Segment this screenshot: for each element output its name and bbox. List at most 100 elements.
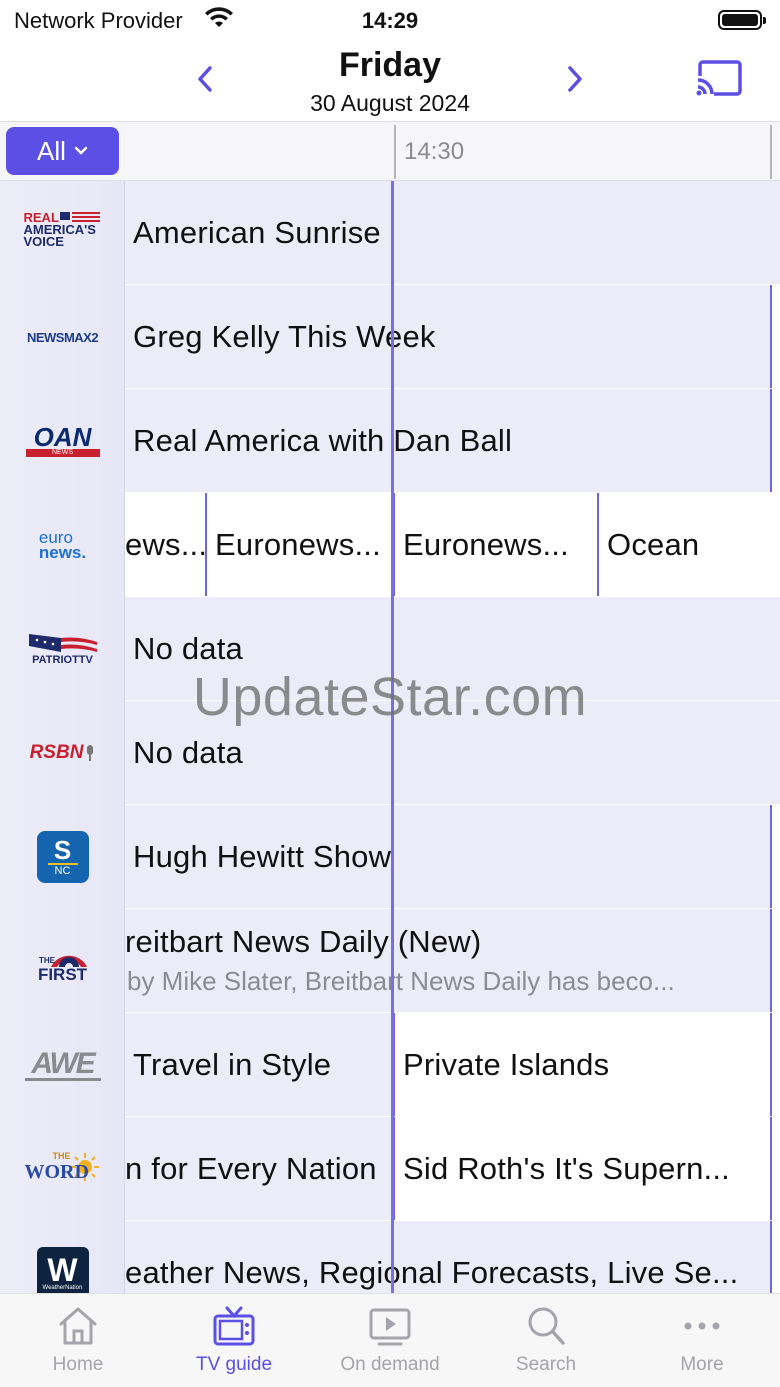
channel-column: REAL AMERICA'S VOICE NEWSMAX2 OAN NEWS e… [0, 181, 125, 1293]
program-title: Euronews... [215, 526, 381, 562]
first-arc-logo-icon: THE [39, 955, 87, 967]
logo-subtext: WeatherNation [42, 1284, 83, 1291]
logo-subtext: NEWS [25, 449, 100, 457]
table-row: n for Every Nation Sid Roth's It's Super… [125, 1117, 780, 1221]
flag-icon [28, 634, 97, 652]
program-cell[interactable]: Euronews... [395, 493, 597, 596]
program-description: by Mike Slater, Breitbart News Daily has… [127, 966, 675, 996]
tab-bar: Home TV guide On demand Search More [0, 1293, 780, 1387]
program-cell[interactable]: Real America with Dan Ball [125, 389, 770, 492]
logo-subtext: NC [54, 864, 71, 877]
more-dots-icon [684, 1322, 720, 1330]
current-time-indicator [391, 181, 394, 1293]
channel-logo[interactable]: W WeatherNation [0, 1221, 125, 1293]
logo-text: S [53, 834, 72, 865]
program-cell[interactable]: Euronews... [207, 493, 391, 596]
program-cell[interactable]: Private Islands [395, 1013, 770, 1116]
program-cell[interactable]: Sid Roth's It's Supern... [395, 1117, 770, 1220]
time-tick [394, 125, 396, 179]
program-title: No data [133, 734, 243, 770]
status-bar: Network Provider 14:29 [0, 0, 780, 40]
logo-text: THE [39, 956, 56, 965]
program-title: Euronews... [403, 526, 569, 562]
program-cell[interactable]: Hugh Hewitt Show [125, 805, 770, 908]
channel-logo[interactable]: THE WORD [0, 1117, 125, 1221]
program-cell[interactable]: American Sunrise [125, 181, 780, 284]
date-header: Friday 30 August 2024 [0, 40, 780, 120]
chevron-right-icon[interactable] [558, 62, 592, 96]
program-title: n for Every Nation [125, 1150, 377, 1186]
program-cell[interactable]: eather News, Regional Forecasts, Live Se… [125, 1221, 770, 1293]
tv-icon [213, 1306, 255, 1346]
program-cell[interactable]: No data [125, 701, 780, 804]
chevron-down-icon [74, 146, 88, 155]
logo-text: news. [38, 543, 87, 562]
program-title: reitbart News Daily (New) [125, 924, 482, 959]
logo-text: AWE [31, 1046, 95, 1080]
tab-tv-guide[interactable]: TV guide [156, 1304, 312, 1380]
table-row: No data [125, 701, 780, 805]
program-cell[interactable] [772, 909, 780, 1012]
channel-logo[interactable]: AWE [0, 1013, 125, 1117]
program-cell[interactable] [772, 1221, 780, 1293]
program-rows: American Sunrise Greg Kelly This Week Re… [125, 181, 780, 1293]
logo-text: FIRST [37, 965, 88, 984]
program-cell[interactable]: n for Every Nation [125, 1117, 393, 1220]
logo-text: W [47, 1251, 78, 1288]
channel-logo[interactable]: S NC [0, 805, 125, 909]
program-cell[interactable]: Ocean [599, 493, 780, 596]
program-cell[interactable]: Greg Kelly This Week [125, 285, 770, 388]
logo-text: RSBN [29, 742, 84, 763]
logo-text: THE [52, 1151, 71, 1161]
tab-label: More [680, 1354, 724, 1375]
tab-search[interactable]: Search [468, 1304, 624, 1380]
filter-dropdown-button[interactable]: All [6, 127, 119, 175]
program-title: American Sunrise [133, 214, 381, 250]
table-row: No data [125, 597, 780, 701]
program-title: ews... [125, 526, 205, 562]
filter-label: All [37, 135, 66, 166]
program-cell[interactable] [772, 389, 780, 492]
table-row: eather News, Regional Forecasts, Live Se… [125, 1221, 780, 1293]
program-cell[interactable]: No data [125, 597, 780, 700]
table-row: Greg Kelly This Week [125, 285, 780, 389]
channel-logo[interactable]: REAL AMERICA'S VOICE [0, 181, 125, 285]
tab-home[interactable]: Home [0, 1304, 156, 1380]
program-title: Private Islands [403, 1046, 610, 1082]
program-cell[interactable] [772, 805, 780, 908]
program-title: Greg Kelly This Week [133, 318, 436, 354]
program-cell[interactable] [772, 285, 780, 388]
tv-guide-grid[interactable]: REAL AMERICA'S VOICE NEWSMAX2 OAN NEWS e… [0, 181, 780, 1293]
tab-label: TV guide [195, 1354, 273, 1375]
program-cell[interactable]: reitbart News Daily (New) by Mike Slater… [125, 909, 770, 1012]
channel-logo[interactable]: euro news. [0, 493, 125, 597]
tab-on-demand[interactable]: On demand [312, 1304, 468, 1380]
program-title: eather News, Regional Forecasts, Live Se… [125, 1254, 739, 1290]
table-row: American Sunrise [125, 181, 780, 285]
logo-text: OAN [33, 422, 92, 452]
tab-label: On demand [340, 1354, 440, 1375]
channel-logo[interactable]: PATRIOTTV [0, 597, 125, 701]
microphone-icon [87, 745, 94, 761]
channel-logo[interactable]: THE FIRST [0, 909, 125, 1013]
search-icon [528, 1307, 565, 1345]
tab-more[interactable]: More [624, 1304, 780, 1380]
program-title: Sid Roth's It's Supern... [403, 1150, 730, 1186]
channel-logo[interactable]: NEWSMAX2 [0, 285, 125, 389]
play-screen-icon [369, 1308, 411, 1346]
program-title: Ocean [607, 526, 700, 562]
day-title: Friday [338, 46, 442, 84]
program-cell[interactable] [772, 1117, 780, 1220]
channel-logo[interactable]: OAN NEWS [0, 389, 125, 493]
cast-icon[interactable] [694, 58, 744, 100]
battery-icon [718, 10, 766, 30]
table-row: Real America with Dan Ball [125, 389, 780, 493]
logo-text: PATRIOTTV [32, 654, 93, 666]
program-cell[interactable]: Travel in Style [125, 1013, 393, 1116]
program-cell[interactable]: ews... [125, 493, 205, 596]
channel-logo[interactable]: RSBN [0, 701, 125, 805]
time-tick [770, 125, 772, 179]
program-cell[interactable] [772, 1013, 780, 1116]
logo-text: VOICE [23, 234, 64, 249]
tab-label: Search [515, 1354, 577, 1375]
